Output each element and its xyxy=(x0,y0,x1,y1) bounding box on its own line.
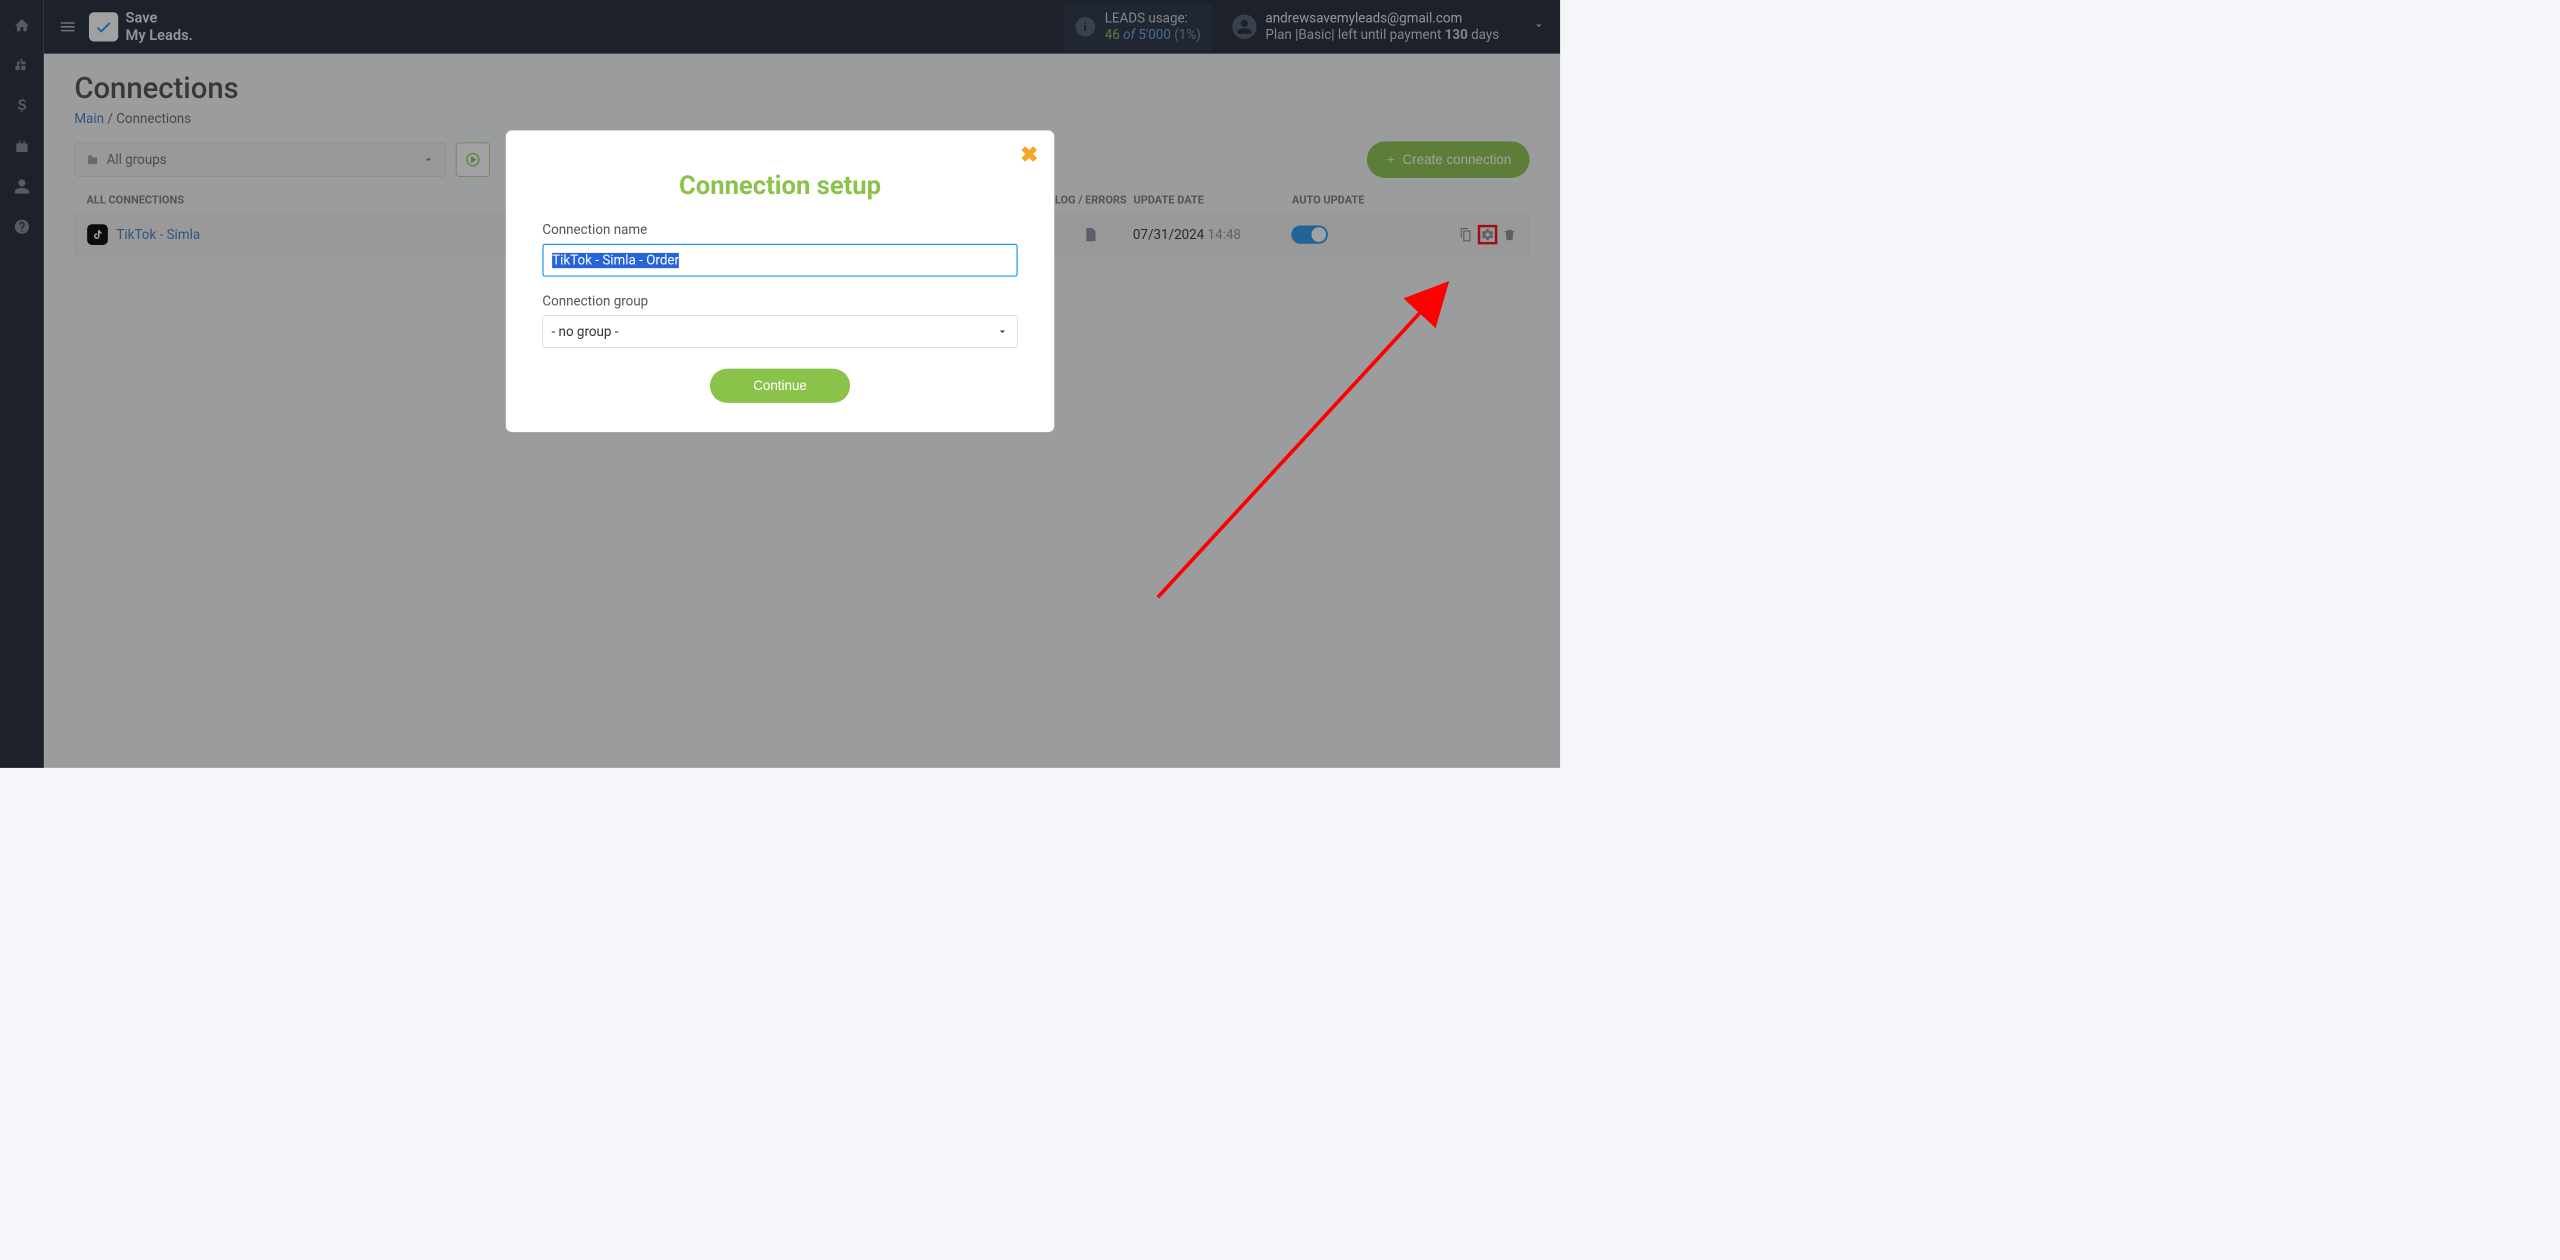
connection-group-select[interactable]: - no group - xyxy=(542,315,1017,348)
close-icon: ✖ xyxy=(1020,142,1038,168)
close-button[interactable]: ✖ xyxy=(1020,144,1038,166)
connection-name-input[interactable]: TikTok - Simla - Order xyxy=(542,244,1017,277)
modal-overlay[interactable]: ✖ Connection setup Connection name TikTo… xyxy=(0,0,1560,768)
group-label: Connection group xyxy=(542,294,1017,309)
modal-title: Connection setup xyxy=(542,171,1017,201)
continue-button[interactable]: Continue xyxy=(710,369,850,403)
name-label: Connection name xyxy=(542,222,1017,237)
connection-setup-modal: ✖ Connection setup Connection name TikTo… xyxy=(506,130,1054,432)
chevron-down-icon xyxy=(996,325,1008,337)
